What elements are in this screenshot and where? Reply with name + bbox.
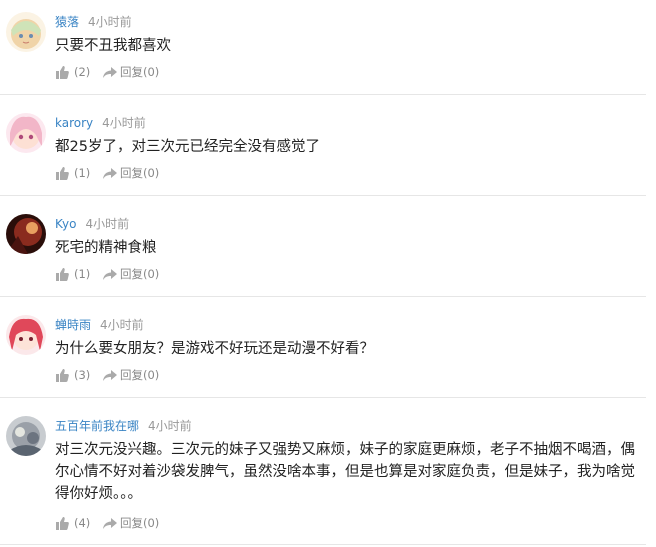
like-button[interactable]: (1) — [55, 266, 90, 282]
divider — [0, 296, 646, 297]
reply-count: (0) — [142, 166, 160, 180]
avatar[interactable] — [6, 113, 46, 153]
timestamp: 4小时前 — [102, 116, 146, 130]
comment-meta: Kyo 4小时前 — [55, 214, 129, 232]
thumbs-up-icon — [55, 368, 69, 382]
reply-label: 回复 — [119, 166, 143, 180]
username[interactable]: 蝉時雨 — [55, 318, 91, 332]
reply-label: 回复 — [119, 368, 143, 382]
reply-arrow-icon — [102, 369, 117, 382]
divider — [0, 94, 646, 95]
username[interactable]: 猿落 — [55, 15, 79, 29]
comment-text: 都25岁了，对三次元已经完全没有感觉了 — [55, 139, 320, 155]
like-button[interactable]: (3) — [55, 367, 90, 383]
reply-count: (0) — [142, 516, 160, 530]
divider — [0, 397, 646, 398]
like-count: (4) — [74, 516, 91, 530]
avatar[interactable] — [6, 315, 46, 355]
reply-button[interactable]: 回复 (0) — [102, 165, 160, 181]
comment-meta: 五百年前我在哪 4小时前 — [55, 416, 192, 434]
timestamp: 4小时前 — [100, 318, 144, 332]
divider — [0, 544, 646, 545]
comment-text: 为什么要女朋友？是游戏不好玩还是动漫不好看？ — [55, 341, 374, 357]
comment-actions: (1) 回复 (0) — [55, 165, 159, 181]
reply-count: (0) — [142, 267, 160, 281]
comment-item: 蝉時雨 4小时前 为什么要女朋友？是游戏不好玩还是动漫不好看？ (3) 回复 (0) — [0, 311, 656, 399]
comment-meta: 蝉時雨 4小时前 — [55, 315, 144, 333]
like-count: (3) — [74, 368, 91, 382]
thumbs-up-icon — [55, 516, 69, 530]
reply-arrow-icon — [102, 66, 117, 79]
like-count: (2) — [74, 65, 91, 79]
like-button[interactable]: (1) — [55, 165, 90, 181]
comment-item: 猿落 4小时前 只要不丑我都喜欢 (2) 回复 (0) — [0, 8, 656, 96]
comment-actions: (2) 回复 (0) — [55, 64, 159, 80]
reply-button[interactable]: 回复 (0) — [102, 266, 160, 282]
comment-list: 猿落 4小时前 只要不丑我都喜欢 (2) 回复 (0) karory 4小时前 … — [0, 0, 656, 547]
comment-actions: (4) 回复 (0) — [55, 515, 159, 531]
comment-text: 只要不丑我都喜欢 — [55, 38, 171, 54]
comment-meta: karory 4小时前 — [55, 113, 146, 131]
reply-button[interactable]: 回复 (0) — [102, 515, 160, 531]
reply-count: (0) — [142, 65, 160, 79]
like-count: (1) — [74, 267, 91, 281]
comment-item: 五百年前我在哪 4小时前 对三次元没兴趣。三次元的妹子又强势又麻烦，妹子的家庭更麻… — [0, 412, 656, 545]
username[interactable]: Kyo — [55, 217, 76, 231]
like-button[interactable]: (4) — [55, 515, 90, 531]
comment-actions: (3) 回复 (0) — [55, 367, 159, 383]
avatar[interactable] — [6, 214, 46, 254]
reply-arrow-icon — [102, 167, 117, 180]
reply-button[interactable]: 回复 (0) — [102, 64, 160, 80]
avatar[interactable] — [6, 416, 46, 456]
comment-actions: (1) 回复 (0) — [55, 266, 159, 282]
comment-text: 死宅的精神食粮 — [55, 240, 157, 256]
reply-count: (0) — [142, 368, 160, 382]
username[interactable]: 五百年前我在哪 — [55, 419, 139, 433]
reply-arrow-icon — [102, 268, 117, 281]
username[interactable]: karory — [55, 116, 93, 130]
reply-label: 回复 — [119, 65, 143, 79]
like-count: (1) — [74, 166, 91, 180]
timestamp: 4小时前 — [88, 15, 132, 29]
comment-text: 对三次元没兴趣。三次元的妹子又强势又麻烦，妹子的家庭更麻烦，老子不抽烟不喝酒，偶… — [55, 442, 635, 502]
comment-item: Kyo 4小时前 死宅的精神食粮 (1) 回复 (0) — [0, 210, 656, 298]
timestamp: 4小时前 — [148, 419, 192, 433]
thumbs-up-icon — [55, 65, 69, 79]
divider — [0, 195, 646, 196]
thumbs-up-icon — [55, 166, 69, 180]
thumbs-up-icon — [55, 267, 69, 281]
timestamp: 4小时前 — [85, 217, 130, 231]
comment-item: karory 4小时前 都25岁了，对三次元已经完全没有感觉了 (1) 回复 (0) — [0, 109, 656, 197]
reply-label: 回复 — [119, 267, 143, 281]
reply-label: 回复 — [119, 516, 143, 530]
avatar[interactable] — [6, 12, 46, 52]
reply-button[interactable]: 回复 (0) — [102, 367, 160, 383]
comment-meta: 猿落 4小时前 — [55, 12, 132, 30]
reply-arrow-icon — [102, 517, 117, 530]
like-button[interactable]: (2) — [55, 64, 90, 80]
